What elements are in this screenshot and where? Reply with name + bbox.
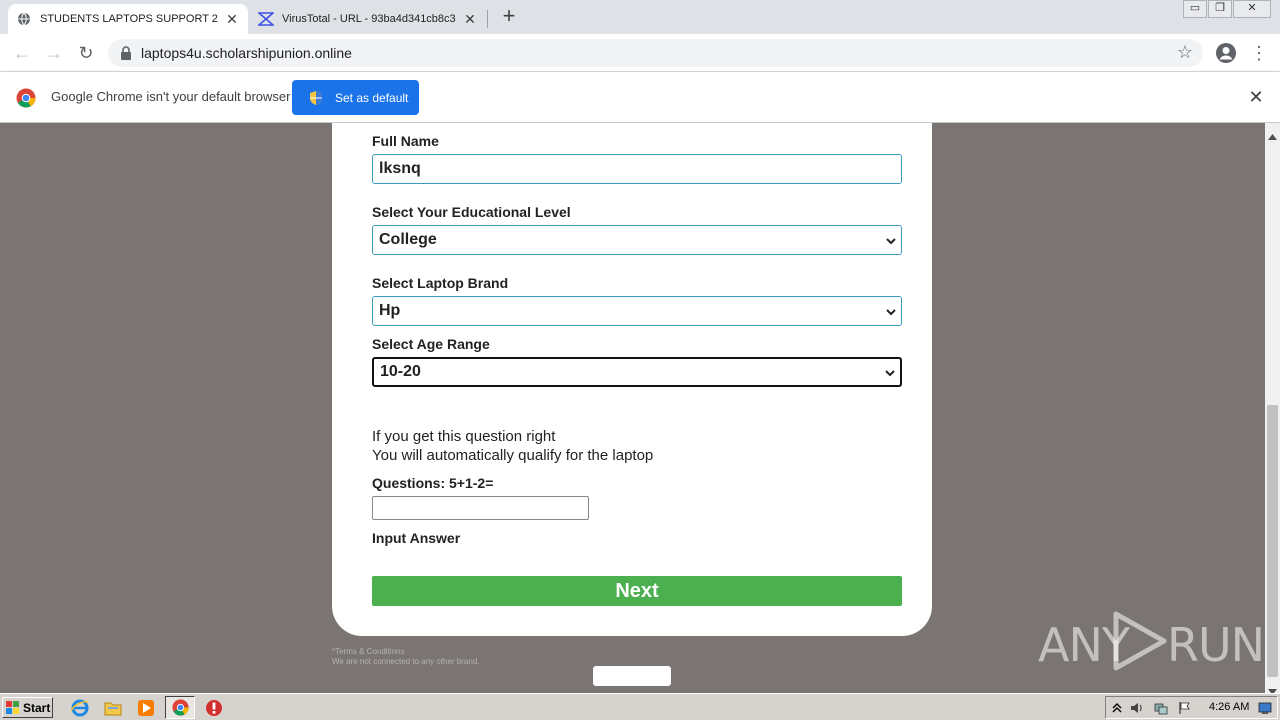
qualify-text-line2: You will automatically qualify for the l… (372, 447, 654, 464)
chevron-down-icon (885, 305, 897, 317)
tray-expand-icon[interactable] (1110, 701, 1124, 715)
folder-icon[interactable] (104, 699, 122, 717)
virustotal-icon (258, 11, 274, 27)
tab-separator (487, 10, 488, 28)
answer-input[interactable] (372, 496, 589, 520)
start-label: Start (23, 700, 51, 715)
tab-virustotal[interactable]: VirusTotal - URL - 93ba4d341cb8c3e ✕ (250, 4, 486, 34)
set-as-default-label: Set as default (335, 90, 409, 105)
reload-icon[interactable]: ↻ (75, 42, 97, 64)
full-name-value: lksnq (379, 160, 421, 177)
tab-strip: STUDENTS LAPTOPS SUPPORT 2022 ✕ VirusTot… (0, 0, 1280, 34)
input-answer-label: Input Answer (372, 530, 461, 546)
lock-icon (120, 46, 132, 60)
bookmark-star-icon[interactable]: ☆ (1177, 42, 1193, 63)
clock-text: 4:26 AM (1209, 701, 1250, 713)
taskbar-chrome-button[interactable] (165, 696, 195, 719)
back-arrow-icon[interactable]: ← (11, 42, 33, 64)
tab-title: STUDENTS LAPTOPS SUPPORT 2022 (40, 13, 218, 25)
restore-icon[interactable]: ❐ (1208, 0, 1232, 18)
age-range-select[interactable]: 10-20 (372, 357, 902, 387)
chevron-down-icon (885, 234, 897, 246)
security-alert-icon[interactable] (205, 699, 223, 717)
laptop-brand-label: Select Laptop Brand (372, 275, 509, 291)
terms-link[interactable]: *Terms & Conditions (332, 647, 404, 656)
page-scrollbar[interactable] (1265, 123, 1280, 695)
laptop-brand-select[interactable]: Hp (372, 296, 902, 326)
chrome-taskbar-icon (172, 699, 189, 720)
education-level-label: Select Your Educational Level (372, 204, 571, 220)
full-name-label: Full Name (372, 133, 439, 149)
set-as-default-button[interactable]: Set as default (292, 80, 419, 115)
laptop-brand-value: Hp (379, 302, 401, 319)
age-range-label: Select Age Range (372, 336, 490, 352)
forward-arrow-icon[interactable]: → (43, 42, 65, 64)
question-label: Questions: 5+1-2= (372, 475, 494, 491)
next-button[interactable]: Next (372, 576, 902, 606)
scroll-down-icon[interactable] (1268, 682, 1277, 695)
disclaimer-text: We are not connected to any other brand. (332, 657, 480, 666)
show-desktop-icon[interactable] (1258, 701, 1272, 715)
close-window-icon[interactable]: ✕ (1233, 0, 1271, 18)
address-bar[interactable]: laptops4u.scholarshipunion.online ☆ (108, 39, 1203, 67)
menu-kebab-icon[interactable]: ⋮ (1250, 42, 1268, 64)
system-tray: 4:26 AM (1105, 696, 1278, 719)
chrome-logo-icon (16, 88, 36, 108)
windows-taskbar: Start 4:26 AM (0, 693, 1280, 720)
full-name-input[interactable]: lksnq (372, 154, 902, 184)
infobar-message: Google Chrome isn't your default browser (51, 89, 291, 104)
scrollbar-thumb[interactable] (1267, 405, 1278, 677)
form-card: Full Name lksnq Select Your Educational … (332, 123, 932, 636)
profile-avatar-icon[interactable] (1215, 42, 1237, 64)
age-range-value: 10-20 (380, 363, 421, 380)
qualify-text-line1: If you get this question right (372, 428, 556, 445)
start-button[interactable]: Start (2, 697, 53, 718)
tab-students-laptops[interactable]: STUDENTS LAPTOPS SUPPORT 2022 ✕ (8, 4, 248, 34)
shield-icon (308, 90, 324, 106)
scroll-up-icon[interactable] (1268, 127, 1277, 140)
education-level-value: College (379, 231, 437, 248)
play-logo-icon (1110, 610, 1170, 677)
chevron-down-icon (884, 366, 896, 378)
anyrun-watermark: ANY RUN (1038, 608, 1265, 673)
media-player-icon[interactable] (137, 699, 155, 717)
bottom-white-box (593, 666, 671, 686)
volume-icon[interactable] (1130, 701, 1144, 715)
browser-toolbar: ← → ↻ laptops4u.scholarshipunion.online … (0, 34, 1280, 72)
action-center-flag-icon[interactable] (1178, 701, 1192, 715)
default-browser-infobar: Google Chrome isn't your default browser… (0, 72, 1280, 123)
network-icon[interactable] (1154, 701, 1168, 715)
education-level-select[interactable]: College (372, 225, 902, 255)
close-infobar-icon[interactable]: ✕ (1246, 87, 1266, 107)
globe-icon (16, 11, 32, 27)
close-tab-icon[interactable]: ✕ (224, 11, 240, 27)
internet-explorer-icon[interactable] (70, 699, 89, 717)
minimize-icon[interactable]: ▭ (1183, 0, 1207, 18)
close-tab-icon[interactable]: ✕ (462, 11, 478, 27)
url-text: laptops4u.scholarshipunion.online (141, 45, 352, 61)
watermark-text-right: RUN (1167, 618, 1265, 672)
tab-title: VirusTotal - URL - 93ba4d341cb8c3e (282, 13, 456, 25)
windows-flag-icon (6, 700, 20, 715)
new-tab-icon[interactable]: + (498, 5, 520, 28)
